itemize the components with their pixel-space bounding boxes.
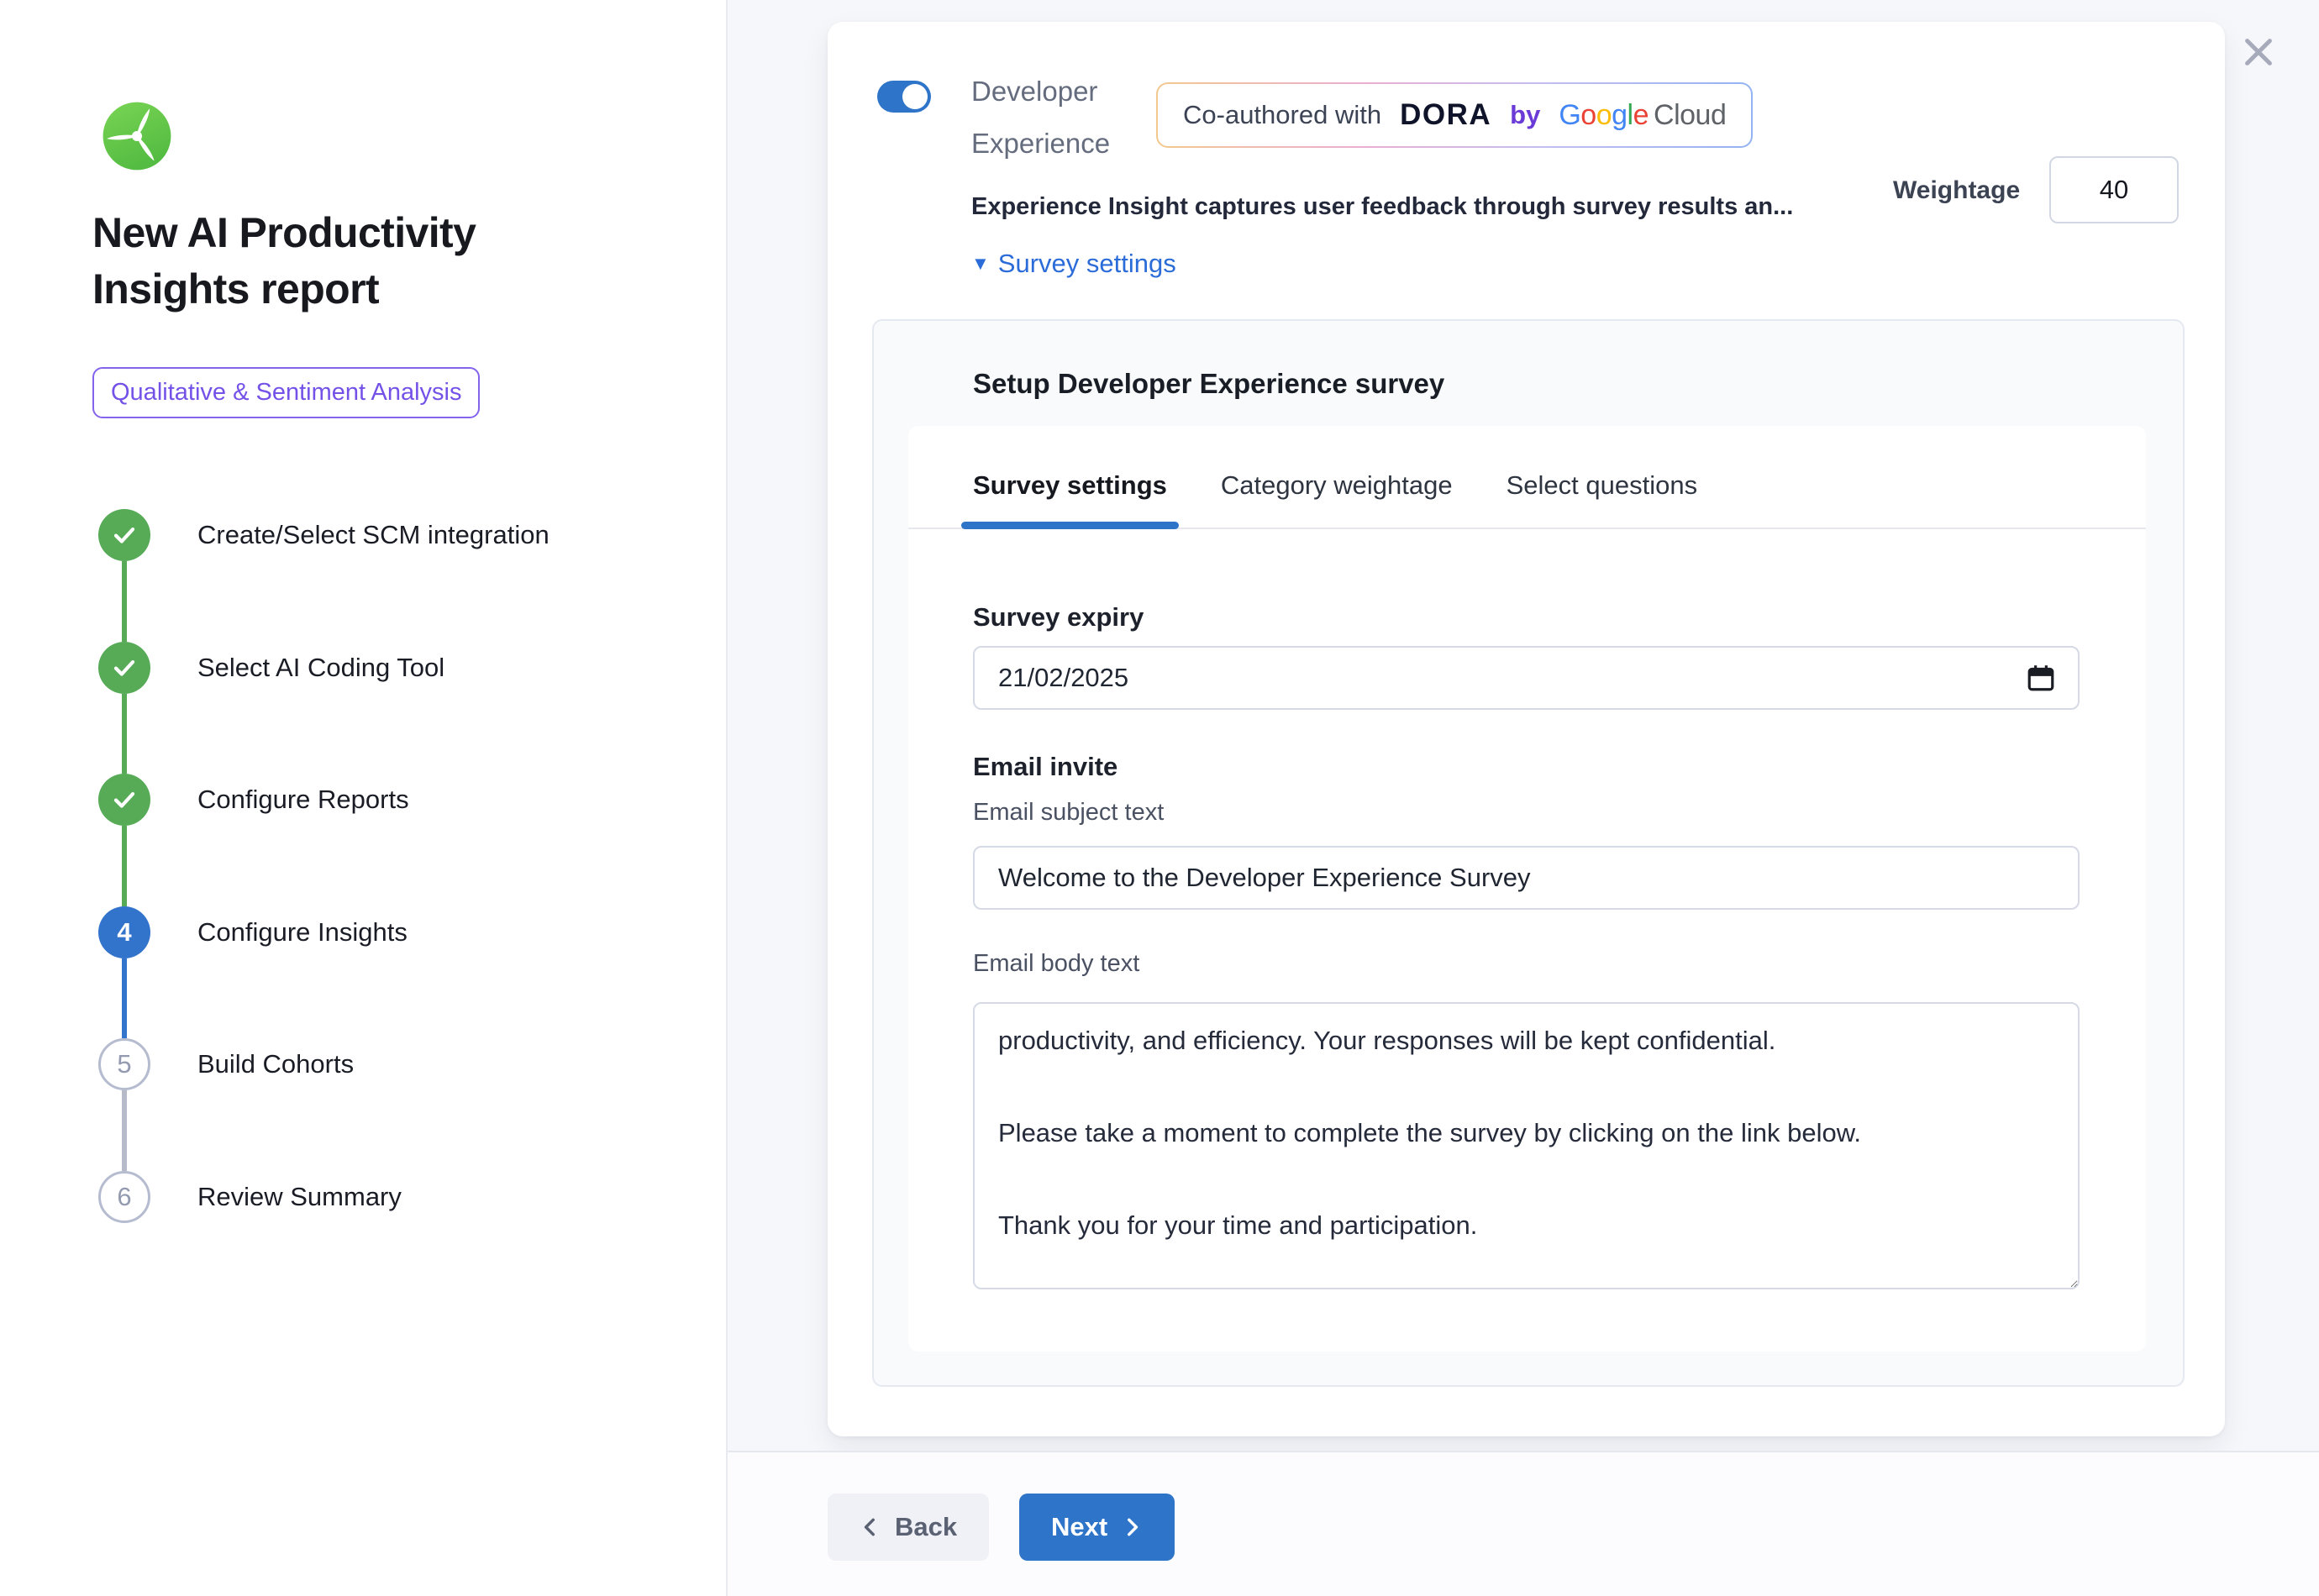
caret-down-icon: ▼	[971, 253, 990, 275]
survey-expiry-label: Survey expiry	[973, 602, 1144, 633]
survey-setup-card: Setup Developer Experience survey Survey…	[872, 319, 2185, 1387]
step-connector	[122, 958, 127, 1038]
weightage-label: Weightage	[1893, 176, 2020, 205]
email-subject-label: Email subject text	[973, 799, 1164, 827]
email-subject-input[interactable]	[973, 846, 2080, 910]
tab-strip: Survey settings Category weightage Selec…	[908, 426, 2146, 529]
step-indicator-6[interactable]: 6	[98, 1171, 150, 1223]
google-letter: o	[1596, 99, 1612, 131]
step-label-5[interactable]: Build Cohorts	[197, 1049, 354, 1079]
calendar-icon[interactable]	[2026, 663, 2056, 693]
page-title: New AI Productivity Insights report	[92, 205, 605, 317]
google-letter: g	[1612, 99, 1627, 131]
chevron-right-icon	[1121, 1516, 1143, 1538]
survey-settings-panel: Survey settings Category weightage Selec…	[908, 426, 2146, 1352]
check-icon	[112, 655, 137, 680]
close-icon	[2239, 33, 2278, 71]
step-number: 6	[117, 1182, 131, 1212]
step-number: 4	[117, 917, 131, 948]
email-body-textarea[interactable]: productivity, and efficiency. Your respo…	[973, 1002, 2080, 1289]
developer-experience-toggle[interactable]	[877, 81, 931, 113]
check-icon	[112, 787, 137, 812]
back-button[interactable]: Back	[828, 1494, 989, 1561]
step-connector	[122, 561, 127, 642]
close-button[interactable]	[2235, 29, 2282, 76]
step-indicator-1[interactable]	[98, 509, 150, 561]
setup-heading: Setup Developer Experience survey	[973, 368, 1444, 400]
chip-prefix-text: Co-authored with	[1183, 100, 1381, 130]
chevron-left-icon	[860, 1516, 881, 1538]
step-indicator-4[interactable]: 4	[98, 906, 150, 958]
google-letter: l	[1628, 99, 1633, 131]
toggle-knob	[902, 84, 928, 109]
insight-description: Experience Insight captures user feedbac…	[971, 193, 1870, 221]
tab-category-weightage[interactable]: Category weightage	[1221, 470, 1453, 529]
wizard-sidebar: New AI Productivity Insights report Qual…	[0, 0, 726, 1596]
report-type-badge: Qualitative & Sentiment Analysis	[92, 367, 480, 418]
step-indicator-2[interactable]	[98, 642, 150, 694]
step-label-1[interactable]: Create/Select SCM integration	[197, 520, 550, 550]
step-connector	[122, 1090, 127, 1171]
next-button-label: Next	[1051, 1512, 1107, 1542]
dora-logo: DORA	[1400, 98, 1491, 132]
weightage-input[interactable]	[2049, 156, 2179, 223]
step-number: 5	[117, 1049, 131, 1079]
step-indicator-3[interactable]	[98, 774, 150, 826]
survey-settings-link-label: Survey settings	[998, 249, 1176, 279]
coauthored-chip: Co-authored with DORA by GoogleCloud	[1156, 82, 1753, 148]
step-connector	[122, 826, 127, 906]
survey-settings-toggle-link[interactable]: ▼ Survey settings	[971, 249, 1176, 279]
step-connector	[122, 694, 127, 774]
step-label-3[interactable]: Configure Reports	[197, 785, 409, 815]
google-letter: e	[1633, 99, 1649, 131]
email-invite-label: Email invite	[973, 752, 1117, 782]
coauthored-chip-inner: Co-authored with DORA by GoogleCloud	[1158, 84, 1751, 146]
footer-bar: Back Next	[728, 1452, 2319, 1596]
chip-by-text: by	[1510, 100, 1540, 130]
check-icon	[112, 522, 137, 548]
google-cloud-text: Cloud	[1654, 99, 1726, 131]
step-label-6[interactable]: Review Summary	[197, 1182, 402, 1212]
insight-name-label: Developer Experience	[971, 66, 1152, 170]
next-button[interactable]: Next	[1019, 1494, 1175, 1561]
google-letter: o	[1580, 99, 1596, 131]
back-button-label: Back	[895, 1512, 957, 1542]
insight-config-card: Developer Experience Co-authored with DO…	[828, 22, 2225, 1436]
google-logo: GoogleCloud	[1559, 99, 1726, 132]
step-label-2[interactable]: Select AI Coding Tool	[197, 653, 444, 683]
step-indicator-5[interactable]: 5	[98, 1038, 150, 1090]
tab-survey-settings[interactable]: Survey settings	[973, 470, 1167, 529]
email-body-label: Email body text	[973, 950, 1139, 978]
tab-select-questions[interactable]: Select questions	[1507, 470, 1697, 529]
app-logo-icon	[101, 99, 173, 173]
survey-expiry-input[interactable]	[973, 646, 2080, 710]
google-letter: G	[1559, 99, 1580, 131]
app-root: New AI Productivity Insights report Qual…	[0, 0, 2319, 1596]
step-label-4[interactable]: Configure Insights	[197, 917, 408, 948]
